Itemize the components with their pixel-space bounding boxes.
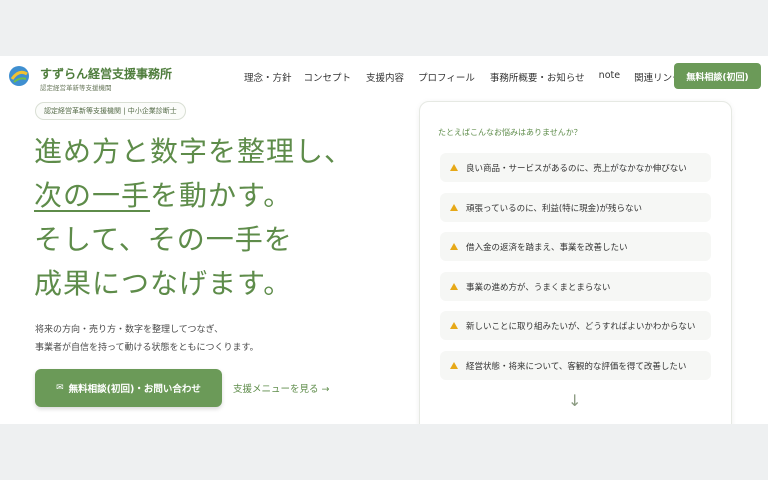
main-nav: 理念・方針 コンセプト 支援内容 プロフィール 事務所概要・お知らせ note … (244, 70, 682, 84)
nav-item-note[interactable]: note (599, 70, 620, 84)
worry-item: 新しいことに取り組みたいが、どうすればよいかわからない (440, 311, 711, 340)
nav-item-profile[interactable]: プロフィール (418, 70, 475, 84)
hero-lead: 将来の方向・売り方・数字を整理してつなぎ、 事業者が自信を持って動ける状態をとも… (35, 321, 259, 357)
consult-contact-label: 無料相談(初回)・お問い合わせ (68, 384, 201, 395)
worry-item: 良い商品・サービスがあるのに、売上がなかなか伸びない (440, 153, 711, 182)
headline-line-1: 進め方と数字を整理し、 (34, 135, 354, 168)
certification-badge: 認定経営革新等支援機関 | 中小企業診断士 (35, 102, 186, 120)
warning-icon (450, 164, 458, 171)
warning-icon (450, 322, 458, 329)
top-margin (0, 0, 768, 56)
worry-text: 良い商品・サービスがあるのに、売上がなかなか伸びない (466, 163, 687, 174)
headline-line-2: 次の一手を動かす。 (34, 174, 353, 218)
warning-icon (450, 362, 458, 369)
headline-line-4: 成果につなげます。 (34, 267, 293, 300)
worry-item: 借入金の返済を踏まえ、事業を改善したい (440, 232, 711, 261)
free-consult-button[interactable]: 無料相談(初回) (674, 63, 761, 89)
lead-line-2: 事業者が自信を持って動ける状態をともにつくります。 (35, 343, 259, 353)
logo-icon[interactable] (8, 65, 30, 87)
bottom-margin (0, 424, 768, 480)
lead-line-1: 将来の方向・売り方・数字を整理してつなぎ、 (35, 325, 224, 335)
warning-icon (450, 243, 458, 250)
page: すずらん経営支援事務所 認定経営革新等支援機関 理念・方針 コンセプト 支援内容… (0, 56, 768, 424)
hero-headline: 進め方と数字を整理し、 次の一手を動かす。 そして、その一手を 成果につなげます… (34, 130, 353, 306)
warning-icon (450, 204, 458, 211)
worry-text: 頑張っているのに、利益(特に現金)が残らない (466, 203, 642, 214)
worry-text: 新しいことに取り組みたいが、どうすればよいかわからない (466, 321, 696, 332)
nav-item-philosophy[interactable]: 理念・方針 (244, 70, 292, 84)
warning-icon (450, 283, 458, 290)
brand-subtitle: 認定経営革新等支援機関 (40, 84, 112, 92)
worries-title: たとえばこんなお悩みはありませんか？ (438, 128, 582, 137)
worry-item: 頑張っているのに、利益(特に現金)が残らない (440, 193, 711, 222)
worries-card: たとえばこんなお悩みはありませんか？ 良い商品・サービスがあるのに、売上がなかな… (419, 101, 732, 424)
nav-item-office-news[interactable]: 事務所概要・お知らせ (490, 70, 585, 84)
worry-text: 経営状態・将来について、客観的な評価を得て改善したい (466, 361, 687, 372)
mail-icon: ✉ (56, 383, 64, 393)
headline-underlined: 次の一手 (34, 179, 151, 212)
nav-item-services[interactable]: 支援内容 (366, 70, 404, 84)
headline-line-2-rest: を動かす。 (150, 179, 293, 212)
consult-contact-button[interactable]: ✉ 無料相談(初回)・お問い合わせ (35, 369, 222, 407)
site-header: すずらん経営支援事務所 認定経営革新等支援機関 理念・方針 コンセプト 支援内容… (0, 56, 768, 98)
worry-text: 事業の進め方が、うまくまとまらない (466, 282, 611, 293)
worry-item: 事業の進め方が、うまくまとまらない (440, 272, 711, 301)
arrow-down-icon: ↓ (568, 391, 582, 410)
headline-line-3: そして、その一手を (34, 223, 293, 256)
brand-name[interactable]: すずらん経営支援事務所 (40, 65, 172, 82)
worry-text: 借入金の返済を踏まえ、事業を改善したい (466, 242, 628, 253)
service-menu-link[interactable]: 支援メニューを見る → (233, 381, 329, 395)
worry-item: 経営状態・将来について、客観的な評価を得て改善したい (440, 351, 711, 380)
nav-item-concept[interactable]: コンセプト (304, 70, 352, 84)
